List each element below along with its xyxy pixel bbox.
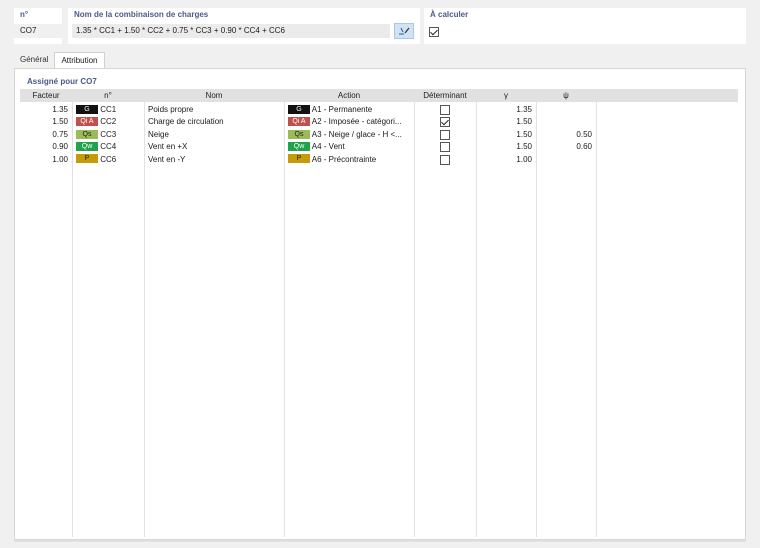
load-case-id: CC2 <box>100 117 117 127</box>
action-cell[interactable]: P A6 - Précontrainte <box>288 154 412 166</box>
factor-cell[interactable]: 0.90 <box>20 141 68 153</box>
edit-formula-button[interactable] <box>394 23 414 39</box>
determinant-cell <box>440 129 452 141</box>
edit-formula-icon <box>399 27 410 35</box>
action-badge: G <box>288 104 310 114</box>
col-psi-header[interactable]: ψ <box>536 89 596 102</box>
action-cell[interactable]: Qi A A2 - Imposée - catégori... <box>288 116 412 128</box>
calculate-card: À calculer <box>424 8 746 44</box>
action-label: A2 - Imposée - catégori... <box>311 117 402 127</box>
load-case-cell[interactable]: G CC1 <box>76 104 142 116</box>
load-case-cell[interactable]: Qw CC4 <box>76 141 142 153</box>
gamma-cell[interactable]: 1.50 <box>476 141 532 153</box>
action-label: A1 - Permanente <box>311 105 373 114</box>
load-type-badge: P <box>76 154 98 164</box>
determinant-cell <box>440 104 452 116</box>
factor-cell[interactable]: 0.75 <box>20 129 68 141</box>
psi-cell[interactable] <box>536 116 592 128</box>
determinant-cell <box>440 154 452 166</box>
number-label: n° <box>20 10 29 19</box>
action-cell[interactable]: G A1 - Permanente <box>288 104 412 116</box>
action-label: A3 - Neige / glace - H <... <box>311 129 402 139</box>
assigned-title: Assigné pour CO7 <box>27 77 97 86</box>
table-row[interactable]: 0.90 Qw CC4 Vent en +X Qw A4 - Vent 1.50 0.60 <box>20 141 738 153</box>
load-type-badge: Qs <box>76 129 98 139</box>
action-cell[interactable]: Qw A4 - Vent <box>288 141 412 153</box>
determinant-checkbox[interactable] <box>440 117 450 128</box>
psi-cell[interactable] <box>536 104 592 116</box>
load-case-id: CC4 <box>100 142 117 152</box>
load-case-cell[interactable]: P CC6 <box>76 154 142 166</box>
number-field[interactable]: CO7 <box>14 24 62 38</box>
combination-formula-field[interactable]: 1.35 * CC1 + 1.50 * CC2 + 0.75 * CC3 + 0… <box>72 24 390 38</box>
determinant-checkbox[interactable] <box>440 129 450 140</box>
load-case-name-cell: Vent en -Y <box>148 154 186 164</box>
load-case-name-cell: Vent en +X <box>148 142 188 152</box>
table-row[interactable]: 1.50 Qi A CC2 Charge de circulation Qi A A2… <box>20 116 738 128</box>
action-badge: P <box>288 154 310 164</box>
calculate-checkbox[interactable] <box>429 27 439 37</box>
table-row[interactable]: 1.00 P CC6 Vent en -Y P A6 - Précontrainte 1… <box>20 154 738 166</box>
load-case-id: CC3 <box>100 129 117 139</box>
gamma-cell[interactable]: 1.35 <box>476 104 532 116</box>
determinant-checkbox[interactable] <box>440 154 450 165</box>
assignment-table: Facteur n° Nom Action Déterminant γ ψ 1.… <box>20 89 738 537</box>
determinant-cell <box>440 116 452 128</box>
action-badge: Qw <box>288 142 310 152</box>
psi-cell[interactable]: 0.50 <box>536 129 592 141</box>
load-type-badge: Qw <box>76 142 98 152</box>
tab-bar: Général Attribution <box>14 52 105 68</box>
table-row[interactable]: 0.75 Qs CC3 Neige Qs A3 - Neige / glace - H… <box>20 129 738 141</box>
action-cell[interactable]: Qs A3 - Neige / glace - H <... <box>288 129 412 141</box>
col-no-header[interactable]: n° <box>72 89 144 102</box>
action-label: A4 - Vent <box>311 142 345 152</box>
load-case-id: CC6 <box>100 154 117 164</box>
calculate-label: À calculer <box>430 10 469 19</box>
gamma-cell[interactable]: 1.50 <box>476 116 532 128</box>
action-badge: Qs <box>288 129 310 139</box>
psi-cell[interactable] <box>536 154 592 166</box>
gamma-cell[interactable]: 1.50 <box>476 129 532 141</box>
load-case-id: CC1 <box>100 105 117 114</box>
load-case-name-cell: Neige <box>148 129 169 139</box>
load-case-cell[interactable]: Qs CC3 <box>76 129 142 141</box>
table-row[interactable]: 1.35 G CC1 Poids propre G A1 - Permanente 1.… <box>20 104 738 116</box>
tab-general[interactable]: Général <box>14 52 54 68</box>
col-name-header[interactable]: Nom <box>144 89 284 102</box>
factor-cell[interactable]: 1.00 <box>20 154 68 166</box>
horizontal-scrollbar[interactable] <box>14 540 746 542</box>
load-case-name-cell: Charge de circulation <box>148 117 224 127</box>
col-determinant-header[interactable]: Déterminant <box>414 89 476 102</box>
gamma-cell[interactable]: 1.00 <box>476 154 532 166</box>
tab-attribution[interactable]: Attribution <box>54 52 105 68</box>
table-header: Facteur n° Nom Action Déterminant γ ψ <box>20 89 738 102</box>
load-case-cell[interactable]: Qi A CC2 <box>76 116 142 128</box>
determinant-cell <box>440 141 452 153</box>
load-type-badge: Qi A <box>76 117 98 127</box>
determinant-checkbox[interactable] <box>440 105 450 115</box>
psi-cell[interactable]: 0.60 <box>536 141 592 153</box>
action-label: A6 - Précontrainte <box>311 154 377 164</box>
load-type-badge: G <box>76 104 98 114</box>
factor-cell[interactable]: 1.35 <box>20 104 68 116</box>
col-action-header[interactable]: Action <box>284 89 414 102</box>
col-factor-header[interactable]: Facteur <box>20 89 72 102</box>
name-label: Nom de la combinaison de charges <box>74 10 209 19</box>
load-case-name-cell: Poids propre <box>148 105 194 114</box>
col-gamma-header[interactable]: γ <box>476 89 536 102</box>
factor-cell[interactable]: 1.50 <box>20 116 68 128</box>
action-badge: Qi A <box>288 117 310 127</box>
determinant-checkbox[interactable] <box>440 142 450 153</box>
